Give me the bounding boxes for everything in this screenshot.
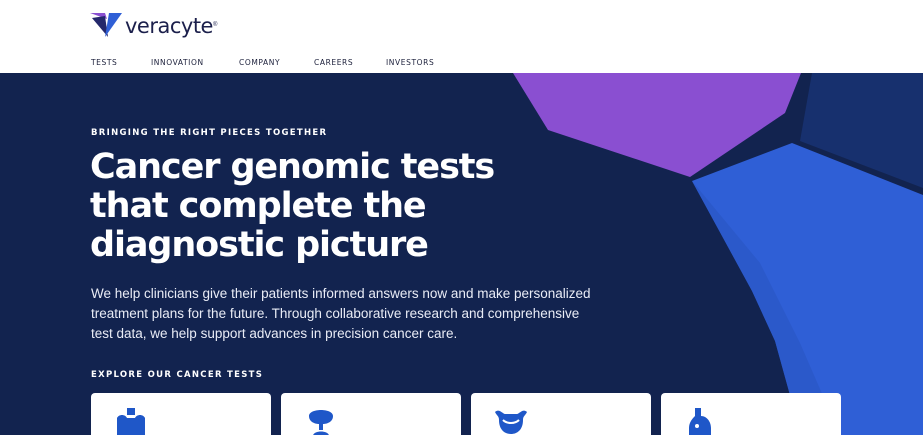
registered-mark: ® (212, 22, 218, 28)
test-card-lung[interactable] (281, 393, 461, 435)
veracyte-logo[interactable]: veracyte ® (90, 11, 217, 39)
hero-eyebrow: BRINGING THE RIGHT PIECES TOGETHER (91, 128, 328, 138)
veracyte-logo-mark-icon (90, 13, 122, 37)
site-header: veracyte ® TESTS INNOVATION COMPANY CARE… (0, 0, 923, 73)
main-nav: TESTS INNOVATION COMPANY CAREERS INVESTO… (91, 58, 446, 67)
bladder-icon (495, 410, 527, 434)
hero-intro: We help clinicians give their patients i… (91, 286, 591, 341)
hero-section: BRINGING THE RIGHT PIECES TOGETHER Cance… (0, 73, 923, 435)
test-card-breast[interactable] (661, 393, 841, 435)
thyroid-icon (117, 408, 145, 435)
test-card-thyroid[interactable] (91, 393, 271, 435)
nav-item-innovation[interactable]: INNOVATION (151, 58, 239, 67)
hero-headline: Cancer genomic tests that complete the d… (90, 147, 495, 265)
nav-item-tests[interactable]: TESTS (91, 58, 151, 67)
lung-icon (309, 410, 333, 435)
test-card-bladder[interactable] (471, 393, 651, 435)
nav-item-investors[interactable]: INVESTORS (386, 58, 446, 67)
breast-icon (689, 408, 711, 435)
nav-item-company[interactable]: COMPANY (239, 58, 314, 67)
nav-item-careers[interactable]: CAREERS (314, 58, 386, 67)
brand-name: veracyte (125, 14, 213, 38)
explore-tests-label: EXPLORE OUR CANCER TESTS (91, 370, 264, 380)
